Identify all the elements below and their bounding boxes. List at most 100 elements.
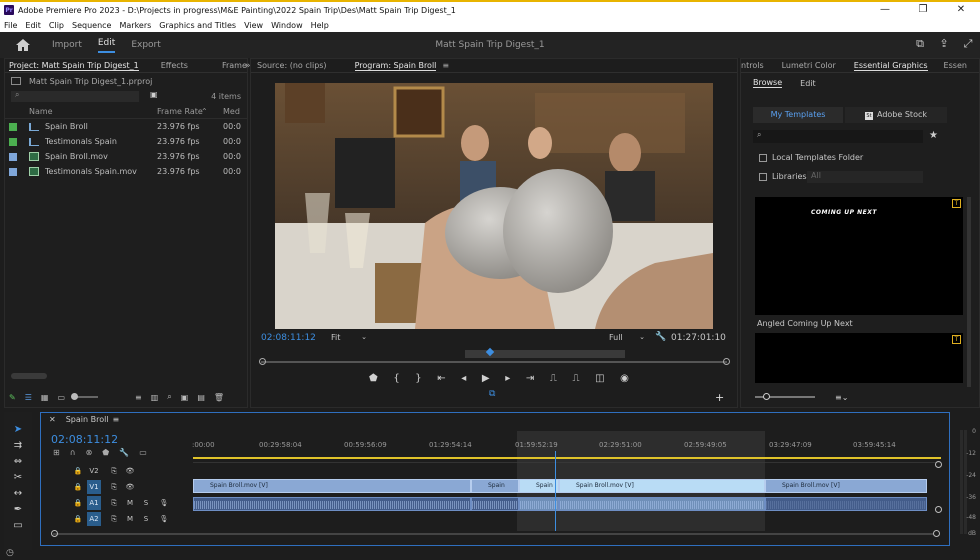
mute-button[interactable]: M: [123, 512, 137, 526]
project-item[interactable]: Spain Broll 23.976 fps 00:0: [5, 119, 247, 134]
sync-lock-icon[interactable]: ⎘: [107, 512, 121, 526]
subtab-browse[interactable]: Browse: [753, 78, 783, 88]
col-name[interactable]: Name: [29, 107, 53, 116]
video-clip[interactable]: Spain Broll.mov [V]: [193, 479, 471, 493]
workspace-edit[interactable]: Edit: [97, 38, 116, 53]
icon-view-icon[interactable]: ▦: [41, 393, 49, 402]
video-clip[interactable]: Spain: [519, 479, 559, 493]
timeline-scrollbar[interactable]: [53, 533, 933, 535]
solo-button[interactable]: S: [139, 512, 153, 526]
audio-clip[interactable]: [193, 497, 471, 511]
fullscreen-icon[interactable]: ⤢: [962, 38, 974, 50]
sync-lock-icon[interactable]: ⎘: [107, 496, 121, 510]
step-forward-icon[interactable]: ▸: [505, 373, 510, 384]
project-search-input[interactable]: [11, 91, 139, 102]
rectangle-tool-icon[interactable]: ▭: [13, 520, 22, 531]
templates-search-input[interactable]: ⌕: [753, 130, 923, 143]
video-clip[interactable]: Spain Broll.mov [V]: [765, 479, 927, 493]
tab-effects[interactable]: Effects: [161, 61, 188, 70]
sequence-tab[interactable]: Spain Broll: [66, 415, 109, 424]
export-frame-icon[interactable]: ◉: [620, 373, 629, 384]
workspace-export[interactable]: Export: [131, 40, 160, 50]
lock-icon[interactable]: 🔒: [71, 480, 85, 494]
mark-in-icon[interactable]: {: [393, 373, 399, 384]
project-item[interactable]: Spain Broll.mov 23.976 fps 00:0: [5, 149, 247, 164]
close-icon[interactable]: ✕: [49, 415, 56, 424]
play-icon[interactable]: ▶: [482, 373, 490, 384]
menu-clip[interactable]: Clip: [49, 21, 64, 30]
track-label[interactable]: V1: [87, 480, 101, 494]
tab-essential-graphics[interactable]: Essential Graphics: [853, 61, 928, 71]
vscroll-handle[interactable]: [935, 506, 942, 513]
pen-tool-icon[interactable]: ✒: [14, 504, 22, 515]
microphone-icon[interactable]: 🎙: [157, 512, 171, 526]
sort-icon[interactable]: ≡: [135, 393, 142, 402]
eye-icon[interactable]: 👁: [123, 464, 137, 478]
button-editor-icon[interactable]: +: [715, 391, 724, 404]
fit-dropdown[interactable]: Fit ⌄: [331, 333, 367, 344]
project-item[interactable]: Testimonals Spain.mov 23.976 fps 00:0: [5, 164, 247, 179]
selection-tool-icon[interactable]: ➤: [14, 424, 22, 435]
template-thumbnail-1[interactable]: COMING UP NEXT T: [755, 197, 963, 315]
track-label[interactable]: A2: [87, 512, 101, 526]
quality-dropdown[interactable]: Full ⌄: [609, 333, 645, 344]
template-thumbnail-2[interactable]: T: [755, 333, 963, 383]
mute-button[interactable]: M: [123, 496, 137, 510]
panel-menu-icon[interactable]: ≡: [113, 415, 120, 424]
menu-window[interactable]: Window: [271, 21, 303, 30]
razor-tool-icon[interactable]: ✂: [14, 472, 22, 483]
ripple-edit-tool-icon[interactable]: ⇔: [14, 456, 22, 467]
menu-graphics[interactable]: Graphics and Titles: [159, 21, 236, 30]
program-timecode[interactable]: 02:08:11:12: [261, 333, 316, 343]
menu-edit[interactable]: Edit: [25, 21, 41, 30]
audio-clip[interactable]: [765, 497, 927, 511]
freeform-view-icon[interactable]: ▭: [57, 393, 65, 402]
lock-icon[interactable]: 🔒: [71, 464, 85, 478]
track-label[interactable]: A1: [87, 496, 101, 510]
timeline-timecode[interactable]: 02:08:11:12: [51, 433, 118, 446]
col-framerate[interactable]: Frame Rate: [157, 107, 203, 116]
home-icon[interactable]: [16, 39, 30, 51]
col-media[interactable]: Med: [223, 107, 240, 116]
star-icon[interactable]: ★: [929, 130, 938, 141]
list-view-icon[interactable]: ☰: [25, 393, 32, 402]
tab-my-templates[interactable]: My Templates: [753, 107, 843, 123]
new-bin-icon[interactable]: ▣: [150, 90, 158, 99]
zoom-slider[interactable]: [71, 393, 98, 400]
tab-source[interactable]: Source: (no clips): [257, 61, 327, 70]
panel-menu-icon[interactable]: ≡: [442, 61, 449, 70]
eye-icon[interactable]: 👁: [123, 480, 137, 494]
nest-icon[interactable]: ⊞: [53, 448, 60, 457]
audio-clip[interactable]: [559, 497, 765, 511]
minimize-button[interactable]: —: [866, 2, 904, 18]
tab-controls[interactable]: ntrols: [741, 61, 764, 70]
menu-sequence[interactable]: Sequence: [72, 21, 111, 30]
scrub-end-handle[interactable]: [723, 358, 730, 365]
new-bin-icon-bottom[interactable]: ▣: [181, 393, 189, 402]
tab-frameio[interactable]: Frame.io: [222, 61, 247, 70]
libraries-checkbox[interactable]: [759, 172, 767, 181]
share-icon[interactable]: ⇪: [938, 38, 950, 50]
menu-file[interactable]: File: [4, 21, 17, 30]
workspace-import[interactable]: Import: [52, 40, 82, 50]
video-clip[interactable]: Spain: [471, 479, 519, 493]
track-label[interactable]: V2: [87, 464, 101, 478]
libraries-dropdown[interactable]: All: [807, 171, 923, 183]
tab-adobe-stock[interactable]: St Adobe Stock: [845, 107, 947, 123]
quick-export-icon[interactable]: ⧉: [914, 38, 926, 50]
tab-program[interactable]: Program: Spain Broll: [354, 61, 437, 71]
mark-out-icon[interactable]: }: [415, 373, 421, 384]
local-templates-checkbox[interactable]: [759, 153, 767, 162]
thumbnail-size-slider[interactable]: [755, 393, 815, 400]
find-icon[interactable]: ⌕: [167, 392, 171, 402]
scroll-start-handle[interactable]: [51, 530, 58, 537]
sync-lock-icon[interactable]: ⎘: [107, 464, 121, 478]
settings-wrench-icon[interactable]: 🔧: [119, 448, 129, 457]
vscroll-handle[interactable]: [935, 461, 942, 468]
vertical-scrollbar[interactable]: [967, 197, 971, 387]
automate-icon[interactable]: ▥: [151, 393, 159, 402]
pencil-icon[interactable]: ✎: [9, 393, 16, 402]
tab-project[interactable]: Project: Matt Spain Trip Digest_1: [9, 61, 139, 71]
tab-essential-sound[interactable]: Essen: [944, 61, 967, 70]
work-area-bar[interactable]: [193, 457, 941, 459]
